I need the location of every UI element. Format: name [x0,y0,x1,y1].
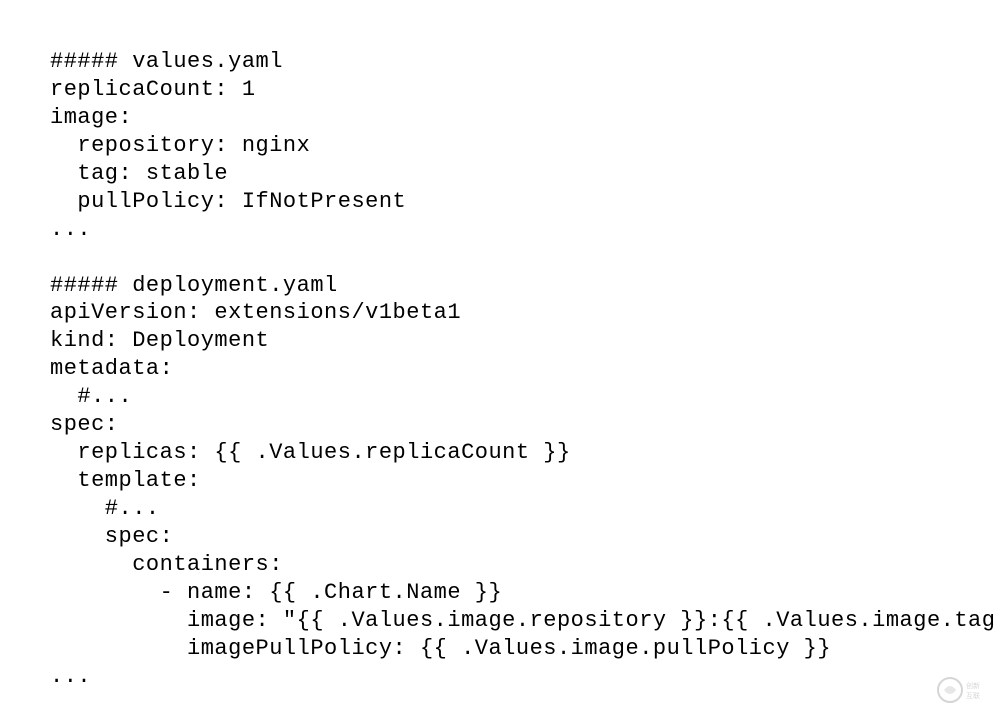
svg-text:互联: 互联 [966,691,980,700]
watermark-logo: 创新 互联 [936,676,996,704]
code-block: ##### values.yaml replicaCount: 1 image:… [50,48,1004,691]
svg-text:创新: 创新 [966,681,980,690]
